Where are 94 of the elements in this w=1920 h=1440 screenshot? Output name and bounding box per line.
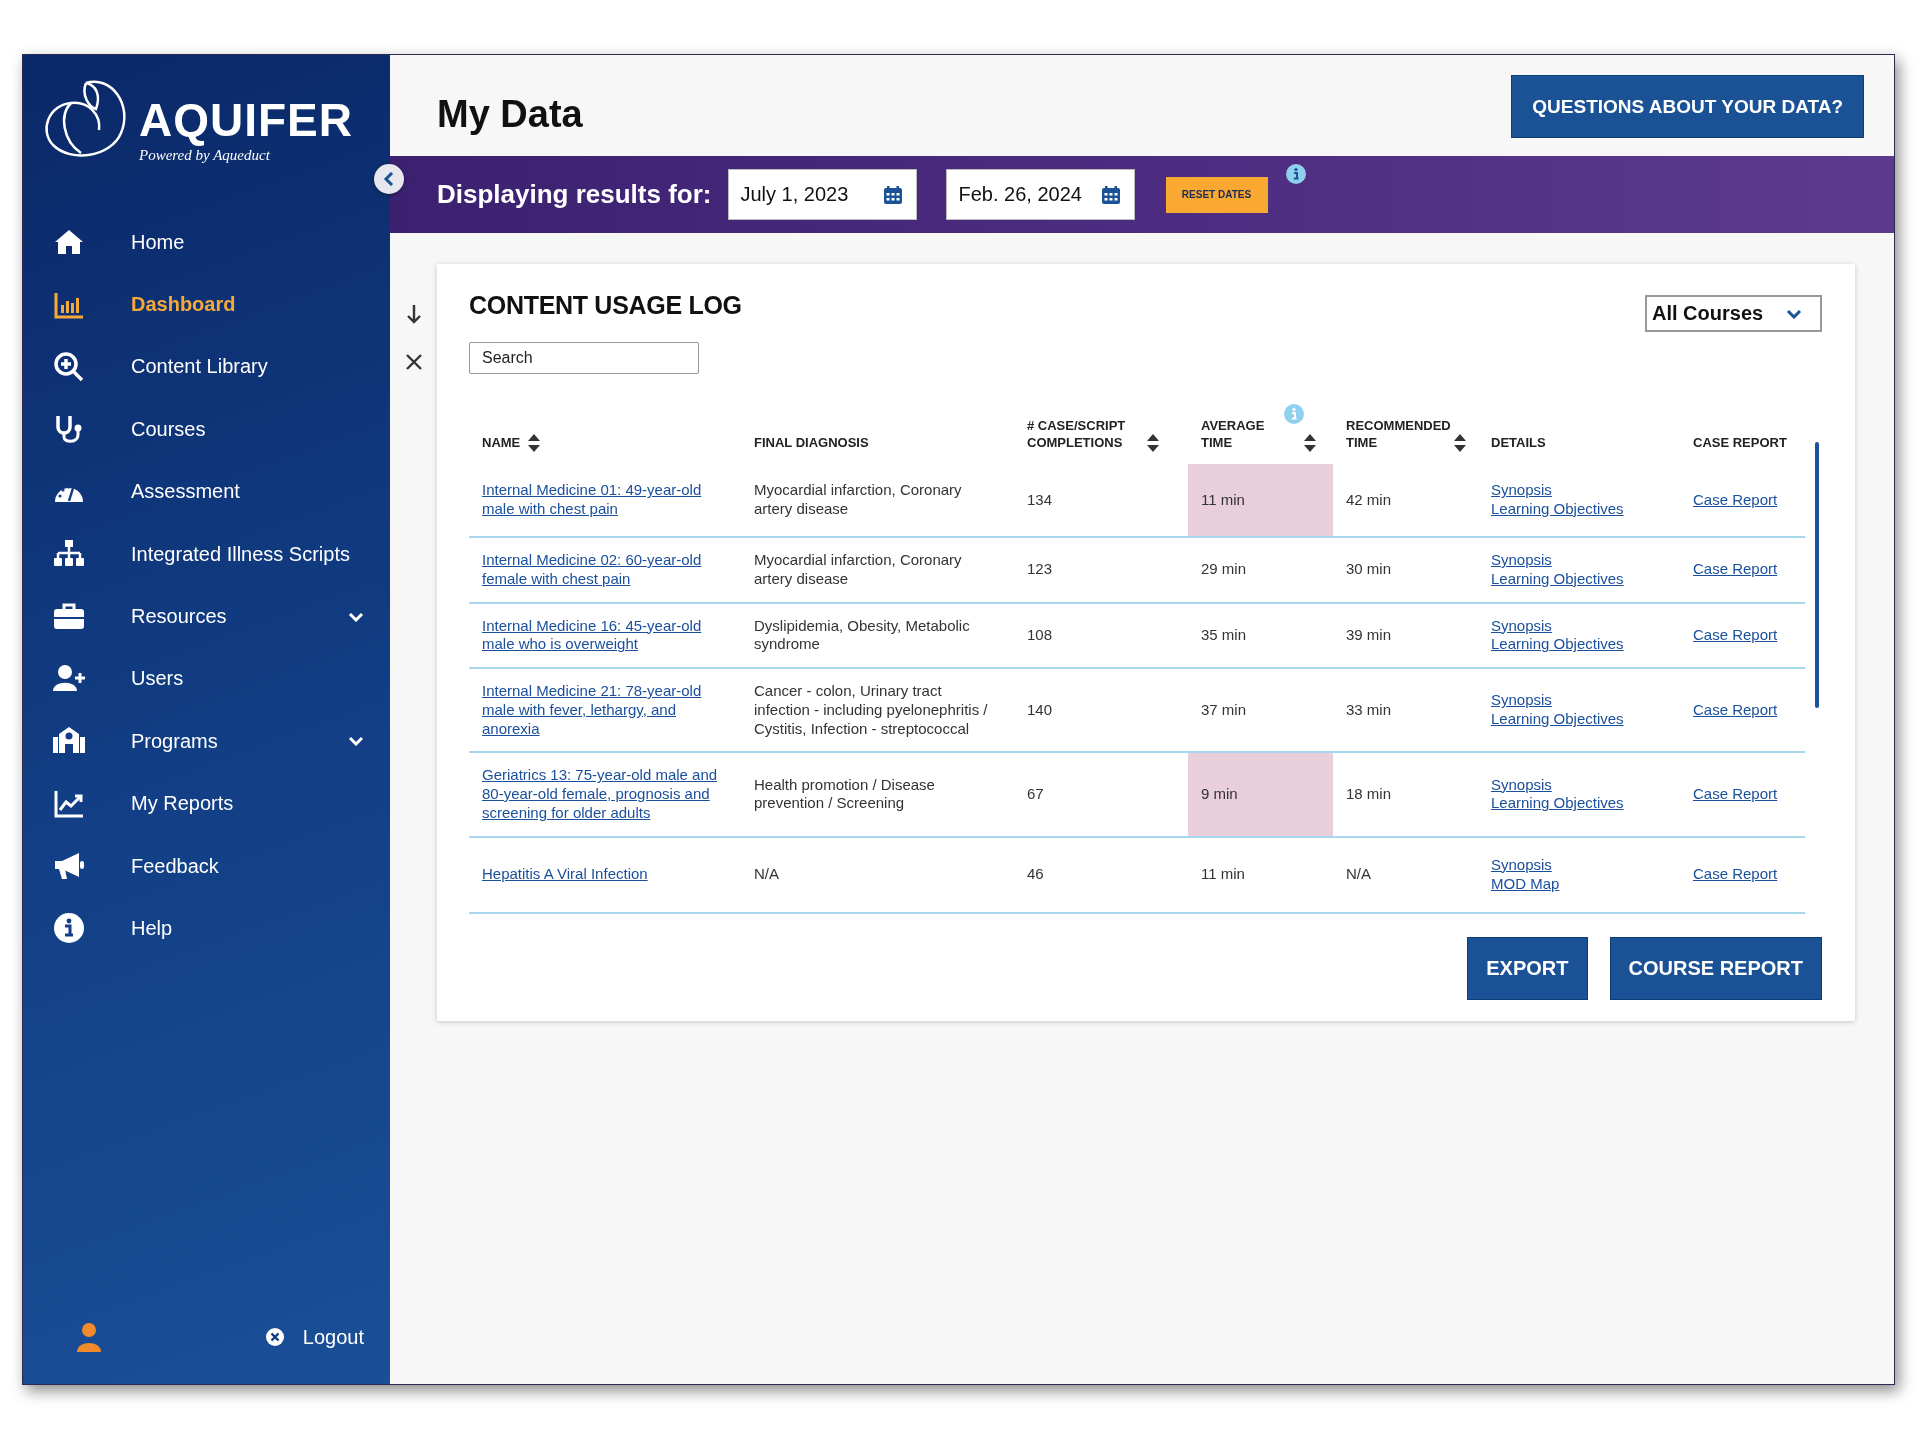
column-header: FINAL DIAGNOSIS [754, 435, 869, 452]
case-report-link[interactable]: Case Report [1693, 865, 1778, 884]
nav-item[interactable]: Assessment [23, 460, 390, 523]
table-cell: 35 min [1188, 602, 1333, 668]
table-cell: Myocardial infarction, Coronary artery disease [741, 464, 1014, 537]
details-link[interactable]: Learning Objectives [1491, 635, 1624, 654]
table-cell: Myocardial infarction, Coronary artery disease [741, 537, 1014, 603]
chevron-down-icon [348, 736, 364, 747]
details-link[interactable]: Synopsis [1491, 481, 1552, 500]
questions-button[interactable]: QUESTIONS ABOUT YOUR DATA? [1511, 75, 1864, 138]
details-link[interactable]: Learning Objectives [1491, 569, 1624, 589]
nav-item[interactable]: Users [23, 647, 390, 711]
table-cell: 108 [1014, 602, 1188, 668]
info-icon[interactable] [1285, 164, 1306, 184]
details-link[interactable]: Learning Objectives [1491, 710, 1624, 729]
table-cell: N/A [741, 836, 1014, 913]
sort-icon[interactable] [1304, 434, 1316, 452]
details-link[interactable]: Synopsis [1491, 616, 1552, 636]
user-avatar-icon[interactable] [77, 1322, 101, 1352]
case-name-link[interactable]: Internal Medicine 01: 49-year-old male with chest pain [482, 481, 728, 519]
end-date-field[interactable]: Feb. 26, 2024 [945, 169, 1135, 220]
case-name-link[interactable]: Internal Medicine 16: 45-year-old male who is overweight [482, 616, 728, 654]
table-cell: Health promotion / Disease prevention / Screening [741, 752, 1014, 837]
nav-item[interactable]: Feedback [23, 834, 390, 898]
table-cell: Cancer - colon, Urinary tract infection - including pyelonephritis / Cystitis, Infection - streptococcal [741, 668, 1014, 753]
case-name-link[interactable]: Geriatrics 13: 75-year-old male and 80-year-old female, prognosis and screening for older adults [482, 766, 728, 823]
table-cell: 9 min [1188, 752, 1333, 837]
column-header: DETAILS [1491, 435, 1546, 452]
case-name-link[interactable]: Internal Medicine 02: 60-year-old female with chest pain [482, 551, 728, 589]
nav-item[interactable]: Content Library [23, 335, 390, 399]
case-report-link[interactable]: Case Report [1693, 490, 1778, 510]
nav-item[interactable]: Dashboard [23, 273, 390, 336]
table-cell: 123 [1014, 537, 1188, 603]
column-header: NAME [482, 435, 521, 452]
case-name-link[interactable]: Hepatitis A Viral Infection [482, 865, 648, 884]
calendar-icon [1101, 185, 1120, 204]
details-link[interactable]: Learning Objectives [1491, 794, 1624, 814]
table-cell: 18 min [1333, 752, 1478, 837]
table-cell: 46 [1014, 836, 1188, 913]
table-cell: 39 min [1333, 602, 1478, 668]
table-cell: 30 min [1333, 537, 1478, 603]
search-field[interactable]: Search [469, 342, 699, 374]
case-name-link[interactable]: Internal Medicine 21: 78-year-old male with fever, lethargy, and anorexia [482, 682, 728, 739]
table-cell: 29 min [1188, 537, 1333, 603]
sort-icon[interactable] [528, 434, 541, 452]
sort-icon[interactable] [1147, 434, 1159, 452]
table-cell: N/A [1333, 836, 1478, 913]
info-icon [53, 912, 85, 945]
details-link[interactable]: Synopsis [1491, 775, 1552, 795]
logo-tagline: Powered by Aqueduct [139, 147, 271, 164]
nav-item[interactable]: Integrated Illness Scripts [23, 522, 390, 586]
zoom-in-icon [53, 350, 85, 383]
nav-item[interactable]: My Reports [23, 772, 390, 835]
action-button[interactable]: EXPORT [1467, 936, 1588, 1000]
case-report-link[interactable]: Case Report [1693, 560, 1778, 580]
close-icon[interactable] [405, 354, 422, 370]
close-circle-icon [264, 1327, 285, 1347]
details-link[interactable]: Synopsis [1491, 551, 1552, 570]
start-date-field[interactable]: July 1, 2023 [727, 169, 917, 220]
table-cell: 11 min [1188, 464, 1333, 537]
scrollbar[interactable] [1815, 442, 1819, 708]
arrow-down-icon[interactable] [405, 304, 422, 324]
table-cell: 42 min [1333, 464, 1478, 537]
details-link[interactable]: Synopsis [1491, 691, 1552, 711]
column-header: # CASE/SCRIPT COMPLETIONS [1027, 418, 1127, 452]
chevron-down-icon [1786, 308, 1802, 319]
nav-item[interactable]: Home [23, 211, 390, 274]
chevron-down-icon [348, 611, 364, 622]
case-report-link[interactable]: Case Report [1693, 700, 1778, 720]
page-title: My Data [437, 93, 583, 136]
column-header: AVERAGE TIME [1201, 418, 1266, 452]
table-cell: 33 min [1333, 668, 1478, 753]
sort-icon[interactable] [1454, 434, 1466, 452]
table-cell: 140 [1014, 668, 1188, 753]
table-cell: 11 min [1188, 836, 1333, 913]
chevron-left-icon [383, 172, 395, 186]
course-dropdown[interactable]: All Courses [1645, 295, 1822, 332]
reset-dates-button[interactable]: RESET DATES [1165, 176, 1268, 213]
section-title: CONTENT USAGE LOG [469, 291, 742, 320]
details-link[interactable]: Learning Objectives [1491, 500, 1624, 519]
case-report-link[interactable]: Case Report [1693, 785, 1778, 804]
case-report-link[interactable]: Case Report [1693, 625, 1778, 645]
nav-item[interactable]: Programs [23, 710, 390, 773]
nav-item[interactable]: Help [23, 897, 390, 960]
details-link[interactable]: Synopsis [1491, 855, 1552, 875]
nav-item[interactable]: Courses [23, 398, 390, 461]
details-link[interactable]: MOD Map [1491, 874, 1560, 894]
calendar-icon [883, 185, 902, 204]
nav-item[interactable]: Resources [23, 585, 390, 648]
action-button[interactable]: COURSE REPORT [1609, 936, 1822, 1000]
table-cell: Dyslipidemia, Obesity, Metabolic syndrome [741, 602, 1014, 668]
column-header: CASE REPORT [1693, 435, 1787, 452]
date-range-label: Displaying results for: [437, 179, 712, 210]
logout-link[interactable]: Logout [264, 1325, 364, 1349]
